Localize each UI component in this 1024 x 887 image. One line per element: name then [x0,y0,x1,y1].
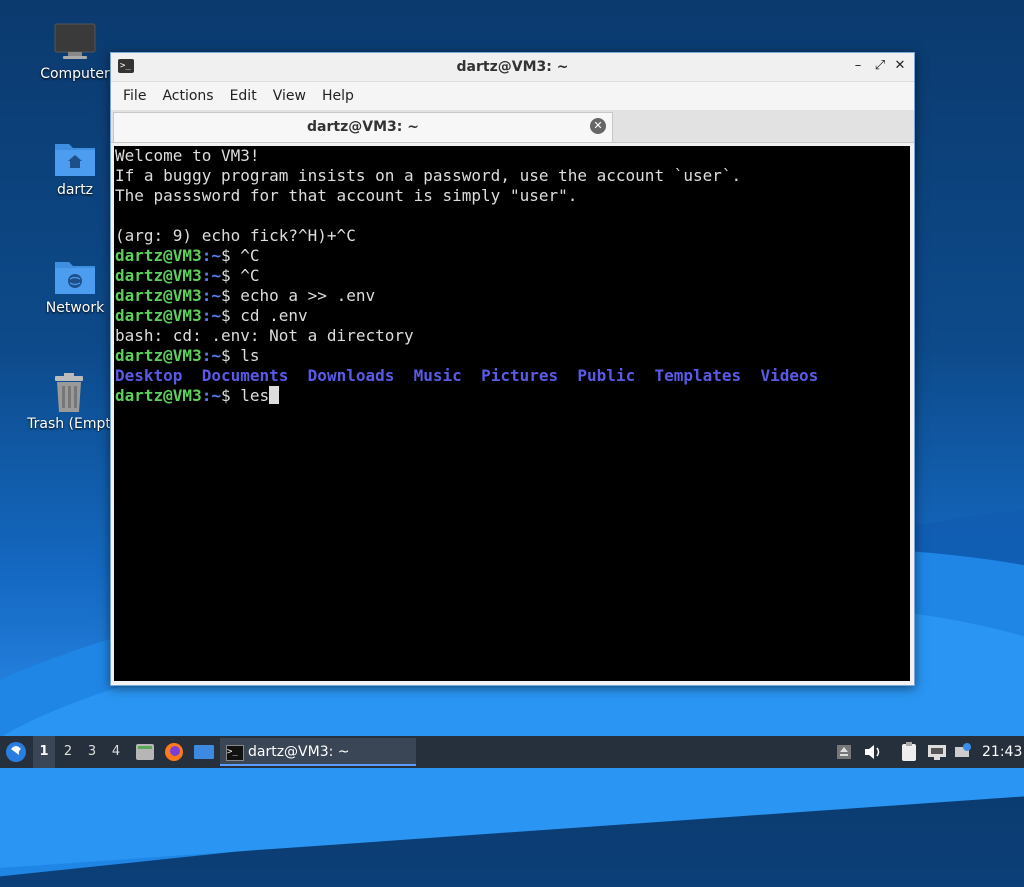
workspace-1[interactable]: 1 [33,736,55,768]
prompt-user: dartz@VM3 [115,306,202,325]
command-text: les [240,386,270,405]
desktop-icon-trash[interactable]: Trash (Empt [27,372,111,432]
tray-eject-icon[interactable] [834,736,854,768]
desktop-icon [194,745,214,759]
tab-title: dartz@VM3: ~ [307,119,419,135]
terminal-icon: >_ [226,745,244,761]
terminal-line: dartz@VM3:~$ ls [115,346,910,366]
menu-file[interactable]: File [115,88,154,104]
desktop-icon-computer[interactable]: Computer [27,22,123,82]
home-folder-icon [53,138,97,178]
terminal-line: Desktop Documents Downloads Music Pictur… [115,366,910,386]
clipboard-icon[interactable] [898,736,920,768]
desktop-icon-label: dartz [56,182,94,198]
computer-icon [53,22,97,62]
directory-entry: Documents [201,366,289,385]
menu-edit[interactable]: Edit [222,88,265,104]
prompt-user: dartz@VM3 [115,286,202,305]
terminal-line: dartz@VM3:~$ ^C [115,246,910,266]
network-folder-icon [53,256,97,296]
terminal-line: The passsword for that account is simply… [115,186,578,205]
window-titlebar[interactable]: >_ dartz@VM3: ~ – ⤢ ✕ [111,53,914,82]
network-status-icon[interactable] [926,736,948,768]
directory-entry: Music [413,366,462,385]
directory-entry: Desktop [115,366,183,385]
terminal-line: If a buggy program insists on a password… [115,166,742,185]
menu-bar: File Actions Edit View Help [111,82,914,110]
tab-bar: dartz@VM3: ~ ✕ [111,110,914,143]
prompt-symbol: $ [220,306,241,325]
firefox-launcher[interactable] [162,736,186,768]
terminal-line: dartz@VM3:~$ les [115,386,910,406]
file-manager-launcher[interactable] [134,736,156,768]
desktop-icon-label: Computer [40,66,110,82]
command-text: cd .env [240,306,308,325]
taskbar: 1 2 3 4 >_ dartz@VM3: ~ 21:43 [0,736,1024,768]
terminal-line: bash: cd: .env: Not a directory [115,326,414,345]
maximize-button[interactable]: ⤢ [872,58,888,74]
prompt-symbol: $ [220,286,241,305]
desktop-icon-home[interactable]: dartz [27,138,123,198]
prompt-symbol: $ [220,346,241,365]
text-cursor [269,386,280,404]
update-notifier-icon[interactable] [952,736,974,768]
prompt-symbol: $ [220,246,241,265]
menu-help[interactable]: Help [314,88,362,104]
app-menu-button[interactable] [4,736,30,768]
command-text: ^C [240,246,260,265]
directory-entry: Downloads [307,366,395,385]
taskbar-window-label: dartz@VM3: ~ [248,744,350,760]
terminal-line: Welcome to VM3! [115,146,260,165]
window-title: dartz@VM3: ~ [456,59,569,75]
prompt-path: :~ [201,246,221,265]
terminal-line: dartz@VM3:~$ ^C [115,266,910,286]
terminal-tab[interactable]: dartz@VM3: ~ ✕ [113,112,613,142]
directory-entry: Videos [760,366,819,385]
prompt-symbol: $ [220,386,241,405]
show-desktop-launcher[interactable] [192,736,216,768]
app-menu-icon [6,742,26,762]
menu-actions[interactable]: Actions [154,88,221,104]
prompt-path: :~ [201,386,221,405]
clock[interactable]: 21:43 [982,736,1022,768]
taskbar-window-terminal[interactable]: >_ dartz@VM3: ~ [220,738,416,766]
terminal-line: dartz@VM3:~$ cd .env [115,306,910,326]
prompt-path: :~ [201,306,221,325]
desktop-icon-network[interactable]: Network [27,256,123,316]
terminal-line: dartz@VM3:~$ echo a >> .env [115,286,910,306]
file-manager-icon [136,744,154,760]
close-button[interactable]: ✕ [892,58,908,74]
command-text: ^C [240,266,260,285]
minimize-button[interactable]: – [850,58,866,74]
workspace-3[interactable]: 3 [81,736,103,768]
prompt-user: dartz@VM3 [115,386,202,405]
command-text: echo a >> .env [240,286,376,305]
prompt-symbol: $ [220,266,241,285]
workspace-4[interactable]: 4 [105,736,127,768]
prompt-path: :~ [201,286,221,305]
desktop-icon-label: Network [45,300,105,316]
directory-entry: Public [577,366,636,385]
menu-view[interactable]: View [265,88,314,104]
directory-entry: Pictures [481,366,559,385]
terminal-window: >_ dartz@VM3: ~ – ⤢ ✕ File Actions Edit … [110,52,915,686]
prompt-user: dartz@VM3 [115,346,202,365]
prompt-path: :~ [201,346,221,365]
workspace-2[interactable]: 2 [57,736,79,768]
prompt-user: dartz@VM3 [115,246,202,265]
trash-icon [47,372,91,412]
directory-entry: Templates [654,366,742,385]
terminal-output[interactable]: Welcome to VM3! If a buggy program insist… [114,146,910,681]
firefox-icon [165,743,183,761]
command-text: ls [240,346,260,365]
desktop-icon-label: Trash (Empt [27,416,111,432]
prompt-user: dartz@VM3 [115,266,202,285]
terminal-line: (arg: 9) echo fick?^H)+^C [115,226,356,245]
tab-close-icon[interactable]: ✕ [590,118,606,134]
prompt-path: :~ [201,266,221,285]
volume-icon[interactable] [862,736,884,768]
